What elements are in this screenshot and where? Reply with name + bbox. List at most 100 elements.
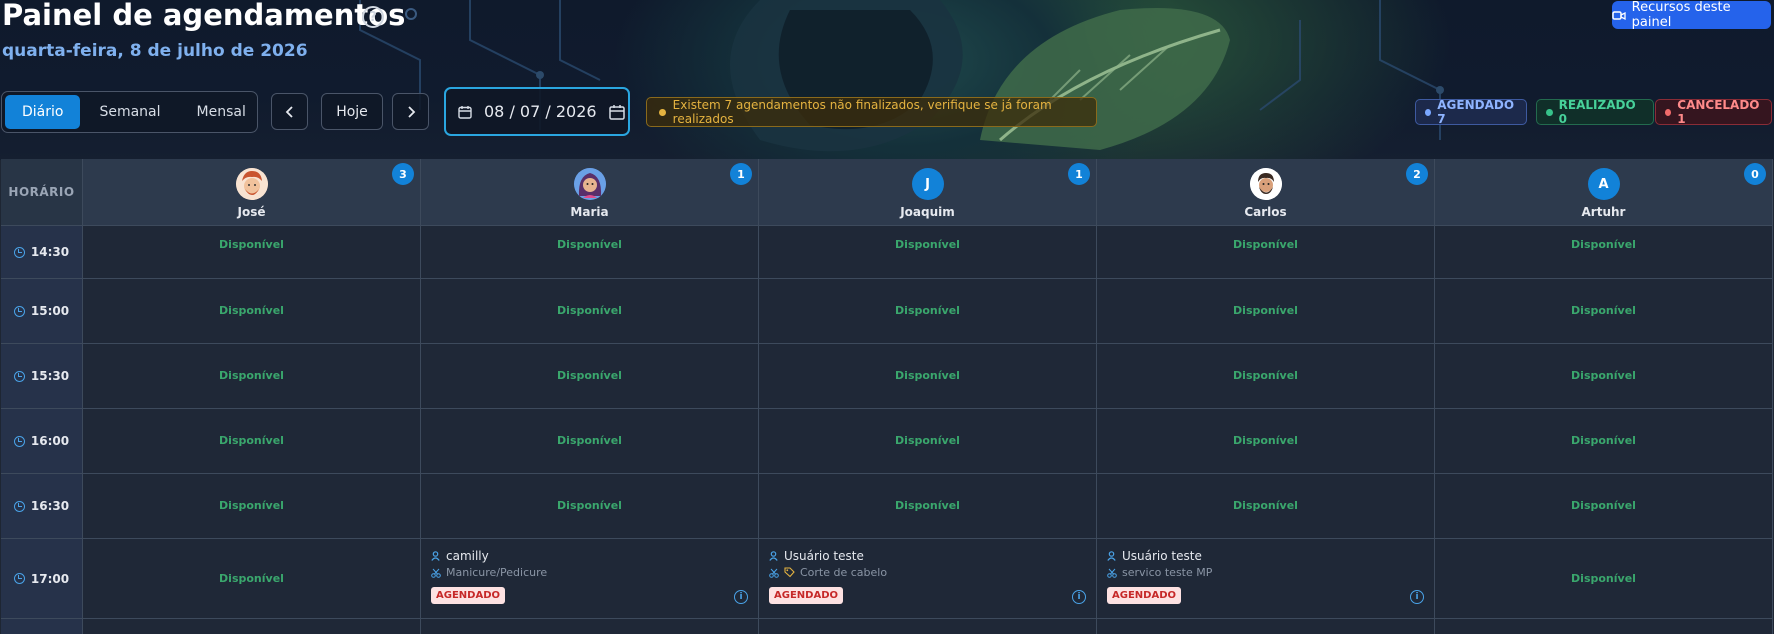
chevron-left-icon — [285, 105, 293, 118]
appointment-count-badge: 1 — [730, 163, 752, 185]
slot-cell[interactable]: Disponível — [1435, 474, 1773, 539]
appointment-card[interactable]: camilly Manicure/Pedicure AGENDADO i — [421, 539, 759, 619]
slot-cell[interactable]: Disponível — [1435, 226, 1773, 279]
legend-cancelled[interactable]: CANCELADO 1 — [1655, 98, 1772, 126]
slot-cell[interactable]: Disponível — [1435, 539, 1773, 619]
avatar-carlos-icon — [1249, 168, 1282, 200]
available-label: Disponível — [219, 369, 284, 382]
slot-cell[interactable]: Disponível — [421, 226, 759, 279]
avatar: J — [911, 168, 944, 200]
legend-done[interactable]: REALIZADO 0 — [1536, 98, 1654, 126]
appointment-count-badge: 1 — [1068, 163, 1090, 185]
appointment-count-badge: 0 — [1744, 163, 1766, 185]
scissors-icon — [769, 568, 779, 578]
professional-header-jose[interactable]: José 3 — [83, 159, 421, 226]
available-label: Disponível — [219, 304, 284, 317]
available-label: Disponível — [219, 238, 284, 251]
slot-cell[interactable] — [759, 619, 1097, 634]
slot-cell[interactable]: Disponível — [759, 226, 1097, 279]
appointment-client: camilly — [431, 549, 489, 563]
available-label: Disponível — [1571, 369, 1636, 382]
slot-cell[interactable]: Disponível — [421, 409, 759, 474]
slot-cell[interactable] — [83, 619, 421, 634]
info-icon[interactable]: i — [1072, 590, 1086, 604]
view-weekly-option[interactable]: Semanal — [82, 95, 177, 129]
status-badge: AGENDADO — [431, 587, 505, 604]
slot-cell[interactable]: Disponível — [421, 279, 759, 344]
appointment-service: servico teste MP — [1107, 566, 1212, 579]
slot-cell[interactable]: Disponível — [1435, 279, 1773, 344]
clock-icon — [13, 246, 25, 258]
slot-cell[interactable]: Disponível — [83, 539, 421, 619]
previous-day-button[interactable] — [271, 93, 308, 130]
legend-scheduled[interactable]: AGENDADO 7 — [1415, 98, 1527, 126]
slot-cell[interactable] — [421, 619, 759, 634]
appointment-card[interactable]: Usuário teste servico teste MP AGENDADO … — [1097, 539, 1435, 619]
slot-cell[interactable]: Disponível — [421, 344, 759, 409]
slot-cell[interactable]: Disponível — [759, 474, 1097, 539]
professional-header-artuhr[interactable]: A Artuhr 0 — [1435, 159, 1773, 226]
available-label: Disponível — [1233, 304, 1298, 317]
available-label: Disponível — [557, 369, 622, 382]
slot-cell[interactable]: Disponível — [759, 279, 1097, 344]
slot-cell[interactable]: Disponível — [1435, 344, 1773, 409]
professional-name: José — [237, 205, 266, 219]
time-slot-label — [1, 619, 83, 634]
done-dot-icon — [1546, 108, 1553, 116]
help-circle-icon[interactable]: ? — [362, 6, 384, 28]
slot-cell[interactable]: Disponível — [421, 474, 759, 539]
slot-cell[interactable]: Disponível — [83, 226, 421, 279]
appointment-count-badge: 3 — [392, 163, 414, 185]
slot-cell[interactable]: Disponível — [759, 344, 1097, 409]
available-label: Disponível — [1233, 369, 1298, 382]
view-daily-option[interactable]: Diário — [5, 95, 81, 129]
slot-cell[interactable] — [1435, 619, 1773, 634]
slot-cell[interactable]: Disponível — [1097, 344, 1435, 409]
time-slot-label: 16:30 — [1, 474, 83, 539]
avatar-jose-icon — [235, 168, 268, 200]
date-picker-field[interactable]: 08 / 07 / 2026 — [444, 87, 630, 136]
available-label: Disponível — [895, 369, 960, 382]
available-label: Disponível — [557, 499, 622, 512]
info-icon[interactable]: i — [1410, 590, 1424, 604]
appointment-card[interactable]: Usuário teste Corte de cabelo AGENDADO i — [759, 539, 1097, 619]
slot-cell[interactable]: Disponível — [1097, 226, 1435, 279]
slot-cell[interactable]: Disponível — [1097, 279, 1435, 344]
view-monthly-option[interactable]: Mensal — [180, 95, 263, 129]
user-icon — [769, 551, 778, 561]
slot-cell[interactable]: Disponível — [83, 344, 421, 409]
slot-cell[interactable]: Disponível — [1097, 474, 1435, 539]
slot-cell[interactable]: Disponível — [83, 279, 421, 344]
professional-name: Maria — [570, 205, 609, 219]
available-label: Disponível — [557, 304, 622, 317]
appointment-client: Usuário teste — [769, 549, 864, 563]
slot-cell[interactable]: Disponível — [759, 409, 1097, 474]
avatar — [1249, 168, 1282, 200]
slot-cell[interactable]: Disponível — [1435, 409, 1773, 474]
time-row-1600: 16:00 Disponível Disponível Disponível D… — [1, 409, 1773, 474]
time-row-1500: 15:00 Disponível Disponível Disponível D… — [1, 279, 1773, 344]
panel-resources-label: Recursos deste painel — [1631, 0, 1731, 30]
time-slot-label: 17:00 — [1, 539, 83, 619]
professional-header-carlos[interactable]: Carlos 2 — [1097, 159, 1435, 226]
scissors-icon — [1107, 568, 1117, 578]
panel-resources-button[interactable]: Recursos deste painel — [1612, 0, 1771, 30]
slot-cell[interactable]: Disponível — [83, 409, 421, 474]
video-camera-icon — [1612, 10, 1626, 20]
slot-cell[interactable]: Disponível — [83, 474, 421, 539]
info-icon[interactable]: i — [734, 590, 748, 604]
professional-header-joaquim[interactable]: J Joaquim 1 — [759, 159, 1097, 226]
time-slot-label: 15:00 — [1, 279, 83, 344]
slot-cell[interactable] — [1097, 619, 1435, 634]
professional-header-maria[interactable]: Maria 1 — [421, 159, 759, 226]
scheduled-dot-icon — [1425, 108, 1432, 116]
available-label: Disponível — [1571, 434, 1636, 447]
time-row-1630: 16:30 Disponível Disponível Disponível D… — [1, 474, 1773, 539]
today-button[interactable]: Hoje — [321, 93, 383, 130]
available-label: Disponível — [895, 499, 960, 512]
time-column-header: HORÁRIO — [1, 159, 83, 226]
calendar-picker-icon[interactable] — [608, 104, 625, 120]
next-day-button[interactable] — [392, 93, 429, 130]
time-row-next — [1, 619, 1773, 634]
slot-cell[interactable]: Disponível — [1097, 409, 1435, 474]
